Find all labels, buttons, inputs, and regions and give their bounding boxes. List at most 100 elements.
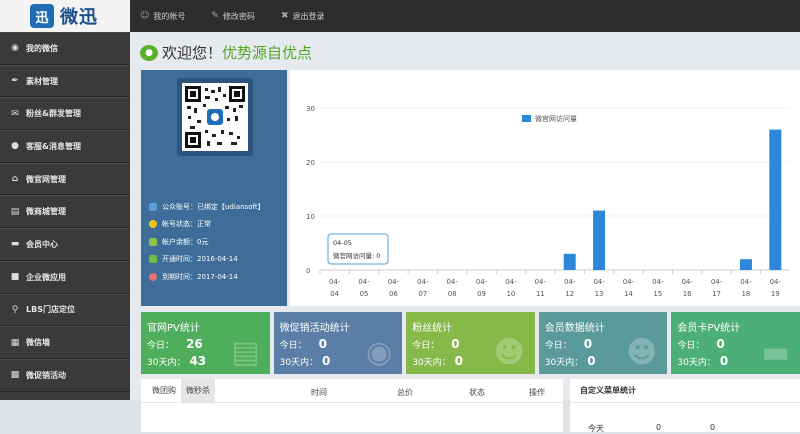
x-tick-label: 04- [476,278,488,286]
nav-logout[interactable]: ✖ 退出登录 [281,11,325,22]
month-value: 0 [719,354,729,368]
sidebar-item-label: 我的微信 [26,43,58,53]
qr-code [182,83,248,151]
sidebar-item-members[interactable]: ▬ 会员中心 [0,228,130,261]
sidebar-item-website[interactable]: ⌂ 微官网管理 [0,162,130,196]
x-tick-label: 07 [418,290,427,298]
sidebar-item-label: 会员中心 [26,239,58,249]
sidebar-item-wall[interactable]: ▦ 微信墙 [0,326,130,359]
bar-chart-icon: ▤ [231,335,260,370]
x-tick-label: 09 [477,290,486,298]
x-tick-label: 05 [360,290,369,298]
x-tick-label: 04- [711,278,723,286]
visit-chart: 0 10 20 30 04- 04 04- 05 04- 06 04- 07 04- 08 04- 09 04-… [290,70,800,306]
today-value: 0 [716,337,725,351]
today-label: 今日： [279,341,307,351]
qr-code-frame [177,78,253,156]
x-tick-label: 04- [681,278,693,286]
today-value: 26 [186,337,203,351]
today-label: 今日： [544,341,572,351]
x-tick-label: 04- [564,278,576,286]
top-bar: 迅 微迅 ☺ 我的帐号 ✎ 修改密码 ✖ 退出登录 [0,0,800,32]
people-icon: ◉ [366,335,393,370]
column-status: 状态 [469,388,485,397]
account-balance: 帐户余额：0元 [162,237,209,246]
sidebar-item-enterprise[interactable]: ■ 企业微应用 [0,260,130,294]
stat-card-members[interactable]: 会员数据统计 今日： 0 30天内： 0 ☻ [538,312,668,374]
month-value: 43 [189,354,207,368]
expire-date: 到期时间：2017-04-14 [162,272,238,281]
account-info-row: 帐户余额：0元 [149,233,265,251]
card-icon: ▬ [10,239,20,250]
sidebar-item-service[interactable]: ● 客服&消息管理 [0,130,130,163]
legend-label: 微官网访问量 [535,114,577,123]
sidebar-item-label: 微官网管理 [26,174,66,184]
nav-my-account[interactable]: ☺ 我的帐号 [140,11,185,22]
orders-tabs: 微团购 微秒杀 [141,379,563,403]
mail-icon: ✉ [11,108,19,119]
wechat-icon: ● [140,44,158,61]
tab-flash-sale[interactable]: 微秒杀 [181,379,215,402]
x-tick-label: 10 [506,290,515,298]
stat-card-member-card[interactable]: 会员卡PV统计 今日： 0 30天内： 0 ▬ [671,312,800,374]
users-icon: ☺ [140,11,150,21]
status-icon [149,220,157,229]
column-time: 时间 [311,388,327,397]
nav-change-password[interactable]: ✎ 修改密码 [211,11,255,22]
sidebar-item-materials[interactable]: ✒ 素材管理 [0,64,130,98]
top-nav: ☺ 我的帐号 ✎ 修改密码 ✖ 退出登录 [140,0,350,32]
open-date: 开通时间：2016-04-14 [162,255,238,264]
edit-icon: ✎ [211,11,219,21]
x-tick-label: 04- [623,278,635,286]
nav-label: 修改密码 [222,11,255,21]
sidebar: ◉ 我的微信 ✒ 素材管理 ✉ 粉丝&群发管理 ● 客服&消息管理 ⌂ 微官网管理 ▤ 微商… [0,32,130,400]
x-tick-label: 04- [446,278,458,286]
sidebar-item-label: 企业微应用 [26,272,66,282]
today-value: 0 [583,337,593,351]
cart-icon: ▤ [10,206,20,217]
today-label: 今天 [588,424,604,433]
x-tick-label: 11 [536,290,545,298]
nav-label: 我的帐号 [153,11,186,21]
sidebar-item-mall[interactable]: ▤ 微商城管理 [0,195,130,229]
month-value: 0 [454,354,463,368]
flag-icon [149,202,157,211]
account-binding: 公众账号：已绑定【udiansoft】 [162,202,265,211]
account-info-row: 公众账号：已绑定【udiansoft】 [149,198,265,216]
bar [563,253,576,270]
welcome-greeting: 欢迎您！ [162,44,223,62]
grid-icon: ▩ [10,370,20,381]
sidebar-item-promo[interactable]: ▩ 微促销活动 [0,358,130,392]
y-tick-label: 10 [306,213,315,221]
stat-card-site-pv[interactable]: 官网PV统计 今日： 26 30天内： 43 ▤ [141,312,270,374]
brand-name: 微迅 [60,7,98,28]
legend-swatch [522,115,531,122]
account-info-row: 到期时间：2017-04-14 [149,268,265,286]
tooltip-date: 04-05 [333,239,352,247]
today-value: 0 [451,337,460,351]
x-tick-label: 04- [417,278,429,286]
home-icon: ⌂ [11,174,19,185]
stat-cards: 官网PV统计 今日： 26 30天内： 43 ▤ 微促销活动统计 今日： 0 30天内… [141,312,800,374]
y-tick-label: 0 [306,267,310,275]
tab-group-buy[interactable]: 微团购 [147,379,181,402]
account-info-row: 帐号状态：正常 [149,216,265,234]
stat-card-promo[interactable]: 微促销活动统计 今日： 0 30天内： 0 ◉ [273,312,403,374]
wall-icon: ▦ [10,337,20,348]
today-label: 今日： [677,341,705,351]
x-tick-label: 16 [683,290,692,298]
x-tick-label: 04- [388,278,400,286]
month-label: 30天内： [412,358,451,368]
welcome-heading: ● 欢迎您！ 优势源自优点 [140,42,312,63]
stat-card-fans[interactable]: 粉丝统计 今日： 0 30天内： 0 ☻ [406,312,535,374]
logo[interactable]: 迅 微迅 [0,0,130,32]
x-tick-label: 17 [712,290,721,298]
sidebar-item-fans[interactable]: ✉ 粉丝&群发管理 [0,97,130,131]
x-tick-label: 18 [741,290,750,298]
sidebar-item-my-wechat[interactable]: ◉ 我的微信 [0,32,130,65]
sidebar-item-lbs[interactable]: ⚲ LBS门店定位 [0,293,130,327]
sidebar-item-label: LBS门店定位 [26,305,75,315]
x-tick-label: 15 [653,290,662,298]
bar [769,129,782,270]
sidebar-item-label: 微信墙 [26,338,50,348]
